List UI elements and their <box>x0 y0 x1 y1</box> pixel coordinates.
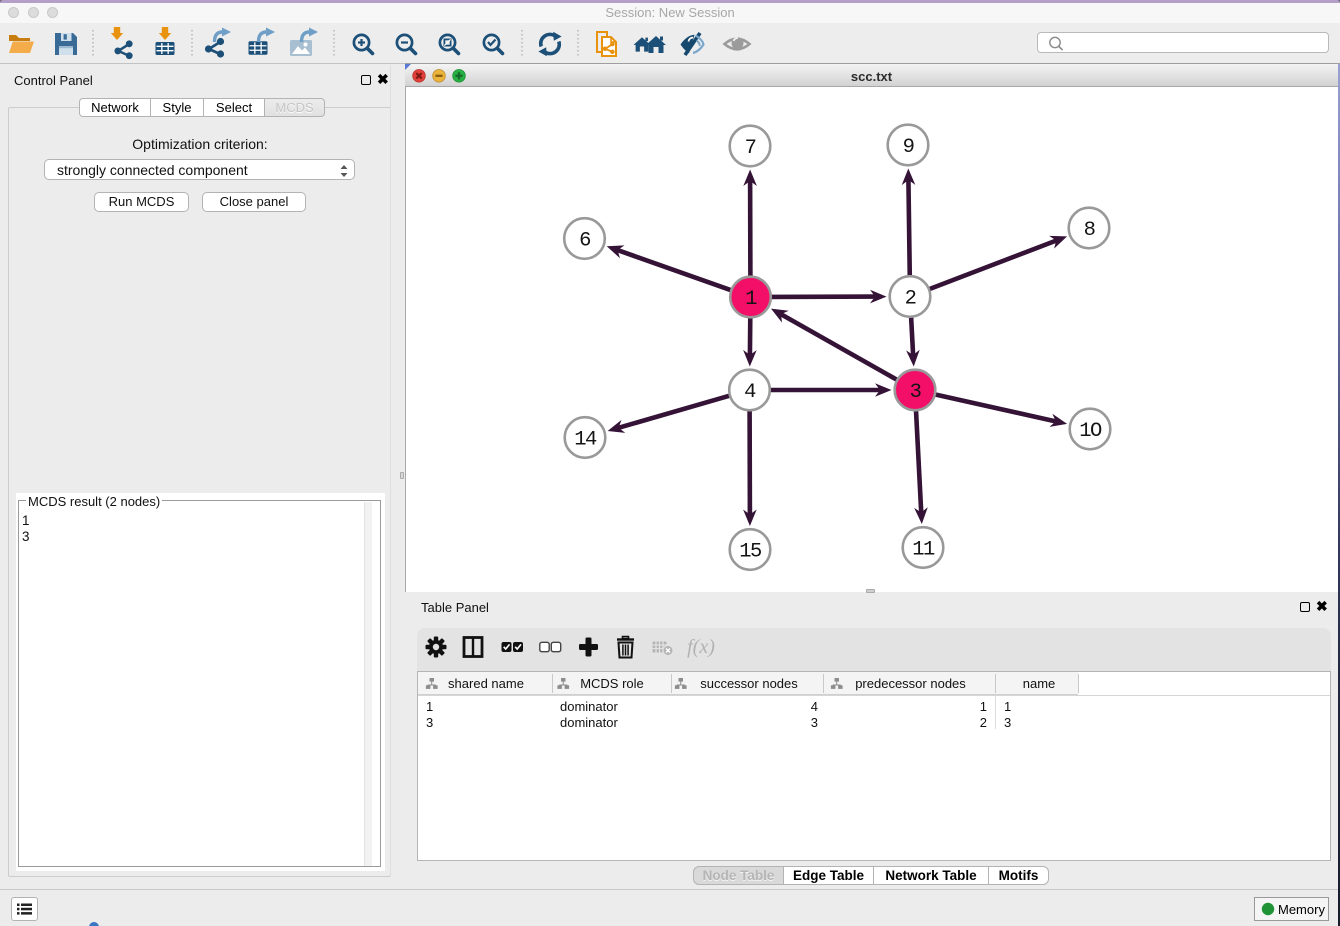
svg-text:14: 14 <box>574 429 597 452</box>
svg-text:4: 4 <box>744 381 756 404</box>
svg-text:1O: 1O <box>1079 420 1102 443</box>
svg-text:f(x): f(x) <box>687 636 715 658</box>
svg-text:Memory: Memory <box>1278 902 1325 917</box>
svg-text:11: 11 <box>912 539 935 562</box>
svg-text:7: 7 <box>745 137 756 160</box>
svg-text:6: 6 <box>579 230 590 253</box>
svg-text:2: 2 <box>905 288 916 311</box>
svg-text:3: 3 <box>910 381 921 404</box>
svg-text:1: 1 <box>745 288 757 311</box>
svg-text:9: 9 <box>903 136 914 159</box>
svg-text:15: 15 <box>739 541 761 564</box>
svg-text:8: 8 <box>1084 219 1095 242</box>
